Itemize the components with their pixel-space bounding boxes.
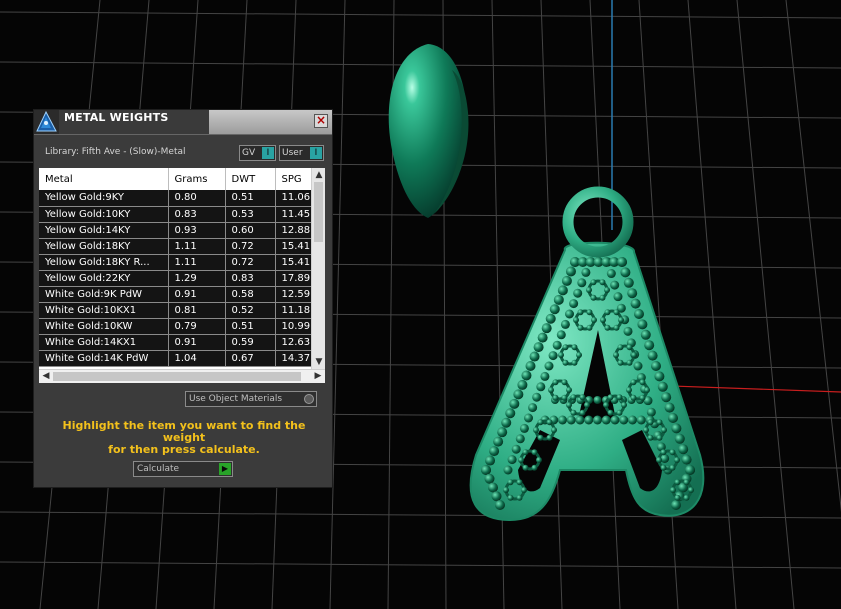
cell-metal: Yellow Gold:14KY [39,222,169,239]
table-row[interactable]: White Gold:14K PdW 1.04 0.67 14.37 [39,350,312,367]
cell-dwt: 0.51 [225,318,276,335]
metal-weights-table: Metal Grams DWT SPG Yellow Gold:9KY 0.80 0… [39,168,325,369]
cell-grams: 1.04 [168,350,226,367]
cell-dwt: 0.59 [225,334,276,351]
library-label: Library: Fifth Ave - (Slow)-Metal [45,147,186,157]
cell-metal: White Gold:9K PdW [39,286,169,303]
calculate-button[interactable]: Calculate ▶ [133,461,233,477]
cell-metal: Yellow Gold:10KY [39,206,169,223]
toggle-knob-icon: I [262,147,274,159]
radio-dot-icon [304,394,314,404]
table-row[interactable]: Yellow Gold:14KY 0.93 0.60 12.88 [39,222,312,239]
cell-grams: 0.81 [168,302,226,319]
column-header-grams[interactable]: Grams [168,168,226,190]
toggle-knob-icon: I [310,147,322,159]
cell-grams: 0.79 [168,318,226,335]
cell-metal: Yellow Gold:22KY [39,270,169,287]
metal-weights-panel: METAL WEIGHTS × Library: Fifth Ave - (Sl… [33,109,333,488]
pendant-letter-a-model [469,186,705,522]
column-header-dwt[interactable]: DWT [225,168,276,190]
cell-dwt: 0.58 [225,286,276,303]
column-header-metal[interactable]: Metal [39,168,169,190]
play-arrow-icon: ▶ [219,463,231,475]
cell-spg: 17.89 [275,270,312,287]
cell-spg: 12.63 [275,334,312,351]
cell-dwt: 0.53 [225,206,276,223]
cell-metal: White Gold:14K PdW [39,350,169,367]
cell-dwt: 0.83 [225,270,276,287]
table-row[interactable]: Yellow Gold:18KY R... 1.11 0.72 15.41 [39,254,312,271]
table-row[interactable]: White Gold:9K PdW 0.91 0.58 12.59 [39,286,312,303]
close-icon: × [315,113,327,127]
horizontal-scroll-thumb[interactable] [53,372,301,381]
app-logo-icon [34,110,59,134]
close-button[interactable]: × [314,114,328,128]
cell-grams: 0.80 [168,190,226,207]
cell-spg: 11.45 [275,206,312,223]
table-row[interactable]: White Gold:10KX1 0.81 0.52 11.18 [39,302,312,319]
cell-metal: White Gold:14KX1 [39,334,169,351]
cell-grams: 0.93 [168,222,226,239]
cell-spg: 12.59 [275,286,312,303]
vertical-scroll-thumb[interactable] [314,182,323,242]
cell-spg: 14.37 [275,350,312,367]
cell-dwt: 0.72 [225,238,276,255]
table-row[interactable]: Yellow Gold:9KY 0.80 0.51 11.06 [39,190,312,207]
use-object-materials-label: Use Object Materials [189,394,283,404]
cell-spg: 11.06 [275,190,312,207]
calculate-label: Calculate [137,464,180,474]
user-toggle-label: User [282,148,303,158]
cell-dwt: 0.72 [225,254,276,271]
cell-grams: 1.11 [168,238,226,255]
scroll-up-icon[interactable]: ▲ [312,170,325,180]
column-header-spg[interactable]: SPG [275,168,312,190]
instruction-text: Highlight the item you want to find the … [44,420,324,456]
table-row[interactable]: Yellow Gold:22KY 1.29 0.83 17.89 [39,270,312,287]
cell-metal: White Gold:10KW [39,318,169,335]
cell-metal: Yellow Gold:9KY [39,190,169,207]
table-row[interactable]: White Gold:10KW 0.79 0.51 10.99 [39,318,312,335]
cell-spg: 11.18 [275,302,312,319]
table-row[interactable]: Yellow Gold:10KY 0.83 0.53 11.45 [39,206,312,223]
cell-dwt: 0.52 [225,302,276,319]
instruction-line-2: for then press calculate. [108,443,260,456]
use-object-materials-button[interactable]: Use Object Materials [185,391,317,407]
panel-title: METAL WEIGHTS [59,110,209,134]
horizontal-scrollbar[interactable]: ◀ ▶ [39,369,325,383]
cell-grams: 0.83 [168,206,226,223]
cell-dwt: 0.60 [225,222,276,239]
cell-metal: Yellow Gold:18KY R... [39,254,169,271]
instruction-line-1: Highlight the item you want to find the … [62,419,306,444]
cell-spg: 15.41 [275,238,312,255]
cell-grams: 0.91 [168,286,226,303]
user-toggle[interactable]: User I [279,145,324,161]
cell-metal: White Gold:10KX1 [39,302,169,319]
cell-metal: Yellow Gold:18KY [39,238,169,255]
cell-spg: 10.99 [275,318,312,335]
gv-toggle-label: GV [242,148,256,158]
cell-grams: 1.29 [168,270,226,287]
cell-grams: 0.91 [168,334,226,351]
table-row[interactable]: Yellow Gold:18KY 1.11 0.72 15.41 [39,238,312,255]
cell-dwt: 0.51 [225,190,276,207]
vertical-scrollbar[interactable]: ▲ ▼ [311,168,325,369]
panel-titlebar[interactable]: METAL WEIGHTS × [34,110,332,135]
scroll-down-icon[interactable]: ▼ [312,357,325,367]
cell-spg: 12.88 [275,222,312,239]
gv-toggle[interactable]: GV I [239,145,276,161]
cell-dwt: 0.67 [225,350,276,367]
drop-model [388,44,469,218]
table-header-row: Metal Grams DWT SPG [39,168,312,190]
table-row[interactable]: White Gold:14KX1 0.91 0.59 12.63 [39,334,312,351]
cell-grams: 1.11 [168,254,226,271]
scroll-right-icon[interactable]: ▶ [311,371,325,381]
cell-spg: 15.41 [275,254,312,271]
scroll-left-icon[interactable]: ◀ [39,371,53,381]
